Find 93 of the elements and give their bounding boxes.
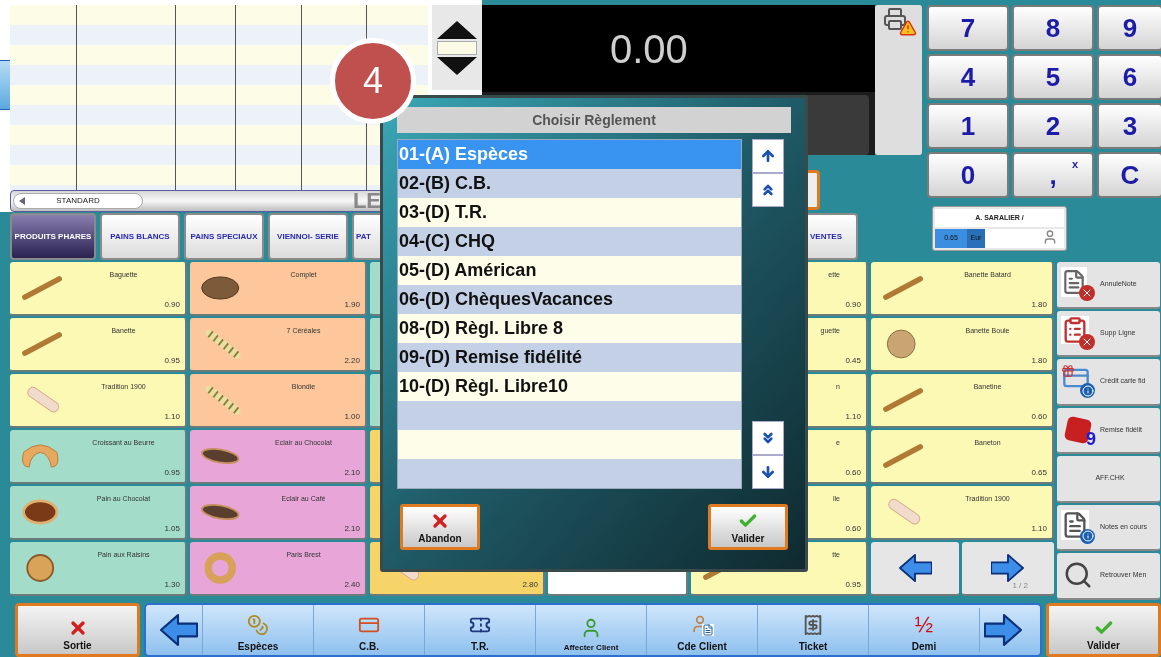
right-arrow-icon xyxy=(991,553,1025,583)
product-price: 1.80 xyxy=(1031,299,1047,311)
arrow-down-icon xyxy=(760,464,776,480)
keypad-key[interactable]: 7 xyxy=(927,5,1009,51)
confirm-button[interactable]: Valider xyxy=(1046,603,1161,657)
previous-page-button[interactable] xyxy=(871,542,959,596)
product-price: 1.10 xyxy=(164,411,180,423)
keypad-key[interactable]: 2 xyxy=(1012,103,1094,149)
arrow-up-icon xyxy=(760,148,776,164)
payment-option[interactable]: 02-(B) C.B. xyxy=(398,169,741,198)
keypad-key[interactable]: 9 xyxy=(1097,5,1161,51)
toolbar-button[interactable]: Espèces xyxy=(202,605,313,655)
badge-number: 9 xyxy=(1086,429,1096,448)
scroll-bottom-button[interactable] xyxy=(752,455,784,489)
caret-icon xyxy=(19,197,25,205)
product-price: 0.60 xyxy=(845,467,861,479)
product-price: 0.95 xyxy=(164,355,180,367)
up-triangle-icon[interactable] xyxy=(437,20,477,39)
receipt-icon xyxy=(802,614,824,636)
list-cancel-icon xyxy=(1061,315,1095,350)
cancel-button[interactable]: Abandon xyxy=(400,504,480,550)
keypad-key[interactable]: 4 xyxy=(927,54,1009,100)
payment-option[interactable]: 06-(D) ChèquesVacances xyxy=(398,285,741,314)
down-triangle-icon[interactable] xyxy=(437,56,477,75)
keypad-key[interactable]: 8 xyxy=(1012,5,1094,51)
product-price: 2.10 xyxy=(344,467,360,479)
category-tab[interactable]: PAINS BLANCS xyxy=(100,213,180,260)
payment-option[interactable]: 03-(D) T.R. xyxy=(398,198,741,227)
toolbar-button[interactable]: C.B. xyxy=(313,605,424,655)
product-price: 2.20 xyxy=(344,355,360,367)
payment-option[interactable]: 09-(D) Remise fidélité xyxy=(398,343,741,372)
payment-option[interactable]: 10-(D) Règl. Libre10 xyxy=(398,372,741,401)
left-arrow-icon xyxy=(898,553,932,583)
toolbar-button[interactable]: ½ Demi xyxy=(868,605,979,655)
category-tab[interactable]: PRODUITS PHARES xyxy=(10,213,96,260)
payment-option[interactable]: 05-(D) Américan xyxy=(398,256,741,285)
product-price: 1.30 xyxy=(164,579,180,591)
keypad-key[interactable]: 1 xyxy=(927,103,1009,149)
toolbar-button[interactable]: Affecter Client xyxy=(535,605,646,655)
product-price: 2.80 xyxy=(522,579,538,591)
confirm-button[interactable]: Valider xyxy=(708,504,788,550)
product-price: 0.90 xyxy=(164,299,180,311)
search-icon xyxy=(1063,560,1093,591)
scroll-thumb[interactable] xyxy=(437,40,477,55)
page-indicator: 1 / 2 xyxy=(1012,580,1028,592)
product-price: 0.95 xyxy=(164,467,180,479)
keypad-key[interactable]: 0 xyxy=(927,152,1009,198)
category-tab[interactable]: PAINS SPECIAUX xyxy=(184,213,264,260)
product-price: 1.10 xyxy=(1031,523,1047,535)
dialog-title: Choisir Règlement xyxy=(397,107,791,133)
product-price: 0.60 xyxy=(845,523,861,535)
toolbar-button[interactable]: T.R. xyxy=(424,605,535,655)
product-price: 1.80 xyxy=(1031,355,1047,367)
category-tab[interactable]: VIENNOI- SERIE xyxy=(268,213,348,260)
page-down-button[interactable] xyxy=(752,421,784,455)
payment-option[interactable]: 04-(C) CHQ xyxy=(398,227,741,256)
keypad-key[interactable]: , $^{x}$ xyxy=(1012,152,1094,198)
toolbar-button[interactable]: Ticket xyxy=(757,605,868,655)
keypad-key[interactable]: 3 xyxy=(1097,103,1161,149)
coins-icon xyxy=(247,614,269,636)
product-price: 0.90 xyxy=(845,299,861,311)
product-price: 1.00 xyxy=(344,411,360,423)
document-cancel-icon xyxy=(1061,267,1095,302)
page-up-button[interactable] xyxy=(752,173,784,207)
scroller[interactable] xyxy=(432,5,482,90)
person-document-icon xyxy=(690,614,714,636)
left-arrow-icon xyxy=(158,613,198,647)
close-icon xyxy=(430,511,450,531)
product-price: 0.45 xyxy=(845,355,861,367)
banner-text: LE xyxy=(352,190,381,212)
gift-card-icon xyxy=(1061,364,1095,399)
product-price: 1.90 xyxy=(344,299,360,311)
exit-button[interactable]: Sortie xyxy=(15,603,140,657)
product-price: 0.95 xyxy=(845,579,861,591)
keypad-key[interactable]: 6 xyxy=(1097,54,1161,100)
product-price: 0.65 xyxy=(1031,467,1047,479)
scroll-top-button[interactable] xyxy=(752,139,784,173)
price-mode-selector[interactable]: STANDARD xyxy=(13,193,143,209)
amount-display: 0.00 xyxy=(482,5,875,92)
double-arrow-up-icon xyxy=(760,182,776,198)
product-price: 1.10 xyxy=(845,411,861,423)
right-arrow-icon xyxy=(983,613,1024,647)
person-icon[interactable] xyxy=(1042,229,1058,245)
product-price: 0.60 xyxy=(1031,411,1047,423)
product-price: 2.10 xyxy=(344,523,360,535)
payment-option[interactable]: 08-(D) Règl. Libre 8 xyxy=(398,314,741,343)
keypad-key[interactable]: C xyxy=(1097,152,1161,198)
product-price: 2.40 xyxy=(344,579,360,591)
toolbar-button[interactable]: Cde Client xyxy=(646,605,757,655)
documents-info-icon xyxy=(1061,509,1095,544)
keypad-key[interactable]: 5 xyxy=(1012,54,1094,100)
product-price: 1.05 xyxy=(164,523,180,535)
fraction-icon: ½ xyxy=(914,614,934,636)
